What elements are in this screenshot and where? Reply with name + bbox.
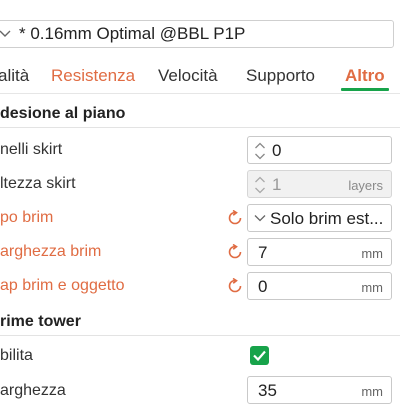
section-prime-tower: rime tower [0,313,81,330]
width-label: arghezza [0,382,66,399]
spin-arrows-icon[interactable] [254,175,266,195]
tab-quality[interactable]: alità [0,66,29,86]
tab-others[interactable]: Altro [345,66,385,86]
skirt-loops-value: 0 [272,141,282,160]
settings-tabs: alità Resistenza Velocità Supporto Altro [0,56,400,94]
skirt-loops-field[interactable]: 0 [247,136,392,164]
brim-gap-unit: mm [361,280,383,295]
tab-support[interactable]: Supporto [246,66,315,86]
skirt-height-unit: layers [348,178,383,193]
section-divider [0,127,400,128]
brim-width-value: 7 [258,243,268,262]
spin-arrows-icon[interactable] [254,141,266,161]
enable-checkbox[interactable] [250,346,269,365]
preset-name: * 0.16mm Optimal @BBL P1P [19,24,246,43]
reset-icon[interactable] [227,244,243,260]
brim-gap-label: ap brim e oggetto [0,277,125,294]
section-bed-adhesion: desione al piano [0,105,126,122]
skirt-height-field[interactable]: 1 layers [247,170,392,198]
skirt-loops-label: nelli skirt [0,141,63,158]
section-divider [0,335,400,336]
brim-type-dropdown[interactable]: Solo brim est... [247,204,392,232]
brim-type-label: po brim [0,209,54,226]
brim-width-label: arghezza brim [0,243,102,260]
brim-type-value: Solo brim est... [270,209,384,228]
tab-strength[interactable]: Resistenza [51,66,135,86]
tab-speed[interactable]: Velocità [158,66,218,86]
width-value: 35 [258,381,277,400]
width-unit: mm [361,384,383,399]
skirt-height-value: 1 [272,175,282,194]
checkmark-icon [253,350,266,362]
preset-selector[interactable]: * 0.16mm Optimal @BBL P1P [0,20,394,48]
active-tab-indicator [341,88,389,91]
brim-gap-field[interactable]: 0 mm [247,272,392,300]
reset-icon[interactable] [227,278,243,294]
enable-label: bilita [0,347,33,364]
skirt-height-label: ltezza skirt [0,175,76,192]
reset-icon[interactable] [227,210,243,226]
chevron-down-icon [0,30,11,37]
chevron-down-icon [254,215,266,222]
tabs-divider [0,93,400,94]
brim-gap-value: 0 [258,277,268,296]
brim-width-field[interactable]: 7 mm [247,238,392,266]
brim-width-unit: mm [361,246,383,261]
